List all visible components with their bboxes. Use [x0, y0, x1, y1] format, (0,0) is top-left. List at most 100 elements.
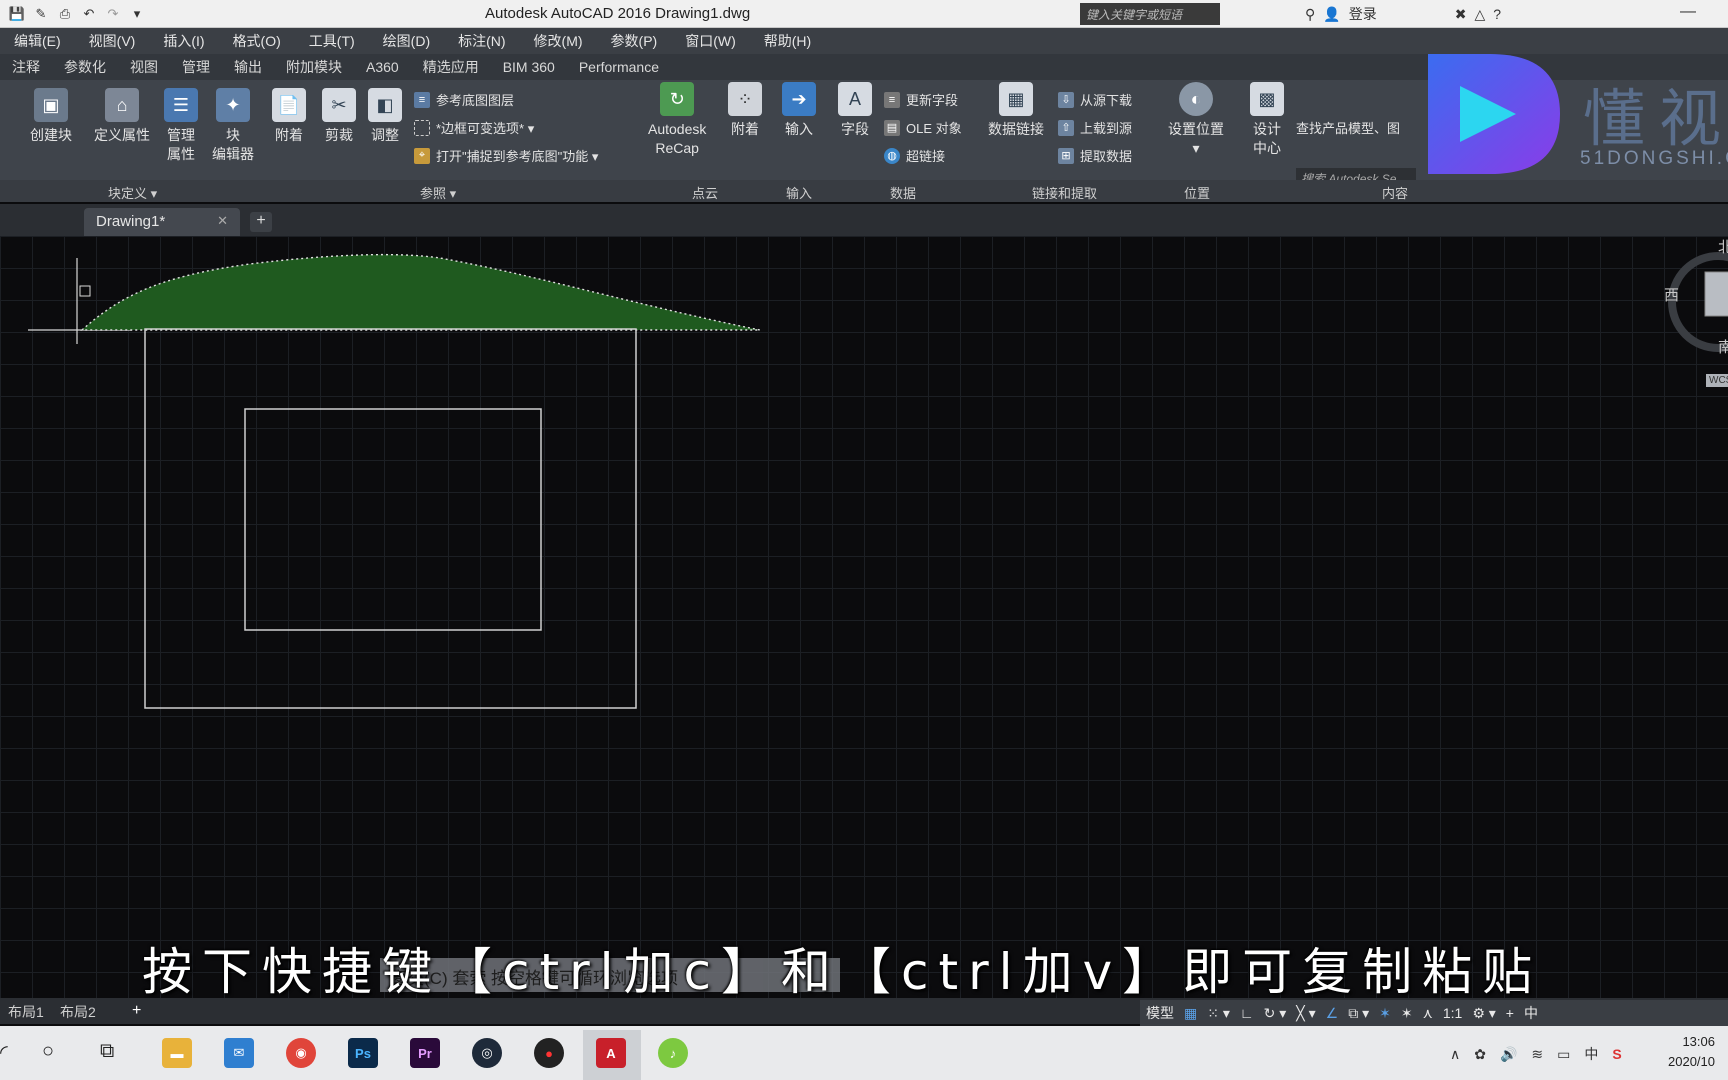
menu-item-2[interactable]: 插入(I) — [149, 31, 218, 51]
wifi-icon[interactable]: ≋ — [1531, 1046, 1543, 1063]
grid-icon[interactable]: ▦ — [1184, 1005, 1197, 1022]
ribbon-tab-6[interactable]: A360 — [354, 59, 411, 75]
scale-dropdown[interactable]: 1:1 — [1443, 1005, 1462, 1021]
data-link-button[interactable]: ▦ 数据链接 — [988, 82, 1044, 139]
close-tab-icon[interactable]: ✕ — [217, 213, 228, 229]
sogou-icon[interactable]: S — [1612, 1046, 1621, 1062]
osnap-icon[interactable]: ╳ ▾ — [1296, 1005, 1315, 1022]
binoculars-icon[interactable]: ⚲ — [1305, 6, 1315, 23]
menu-item-8[interactable]: 参数(P) — [597, 31, 672, 51]
ribbon-tab-9[interactable]: Performance — [567, 59, 671, 75]
hatch-region[interactable] — [80, 253, 761, 331]
record-icon[interactable]: ● — [534, 1038, 564, 1068]
ortho-icon[interactable]: ∟ — [1240, 1005, 1254, 1021]
print-icon[interactable]: ⎙ — [56, 5, 74, 23]
help-search-input[interactable]: 键入关键字或短语 — [1080, 3, 1220, 25]
outer-rectangle[interactable] — [144, 328, 637, 709]
extract-data-button[interactable]: ⊞ 提取数据 — [1058, 146, 1132, 165]
menu-item-6[interactable]: 标注(N) — [444, 31, 519, 51]
menu-item-5[interactable]: 绘图(D) — [369, 31, 444, 51]
exchange-icon[interactable]: ✖ — [1455, 6, 1467, 23]
frame-variable-dropdown[interactable]: *边框可变选项* ▾ — [414, 118, 534, 137]
ribbon-tab-2[interactable]: 视图 — [118, 57, 170, 77]
qa-dropdown-icon[interactable]: ▾ — [128, 5, 146, 23]
ribbon-tab-0[interactable]: 注释 — [0, 57, 52, 77]
wcs-badge[interactable]: WCS — [1706, 374, 1728, 387]
a360-icon[interactable]: △ — [1474, 6, 1485, 23]
add-layout-button[interactable]: + — [124, 1000, 149, 1022]
ole-object-button[interactable]: ▤ OLE 对象 — [884, 118, 962, 137]
ribbon-tab-4[interactable]: 输出 — [222, 57, 274, 77]
block-editor-button[interactable]: ✦ 块 编辑器 — [212, 88, 254, 164]
menu-item-10[interactable]: 帮助(H) — [750, 31, 825, 51]
clock[interactable]: 13:06 2020/10 — [1668, 1032, 1715, 1072]
inner-rectangle[interactable] — [244, 408, 542, 631]
mail-icon[interactable]: ✉ — [224, 1038, 254, 1068]
manage-attributes-button[interactable]: ☰ 管理 属性 — [164, 88, 198, 164]
autocad-icon[interactable]: A — [596, 1038, 626, 1068]
hyperlink-button[interactable]: ◍ 超链接 — [884, 146, 945, 165]
start-icon[interactable]: ◜ — [0, 1040, 8, 1065]
user-icon[interactable]: 👤 — [1323, 6, 1340, 23]
file-explorer-icon[interactable]: ▬ — [162, 1038, 192, 1068]
cinema4d-icon[interactable]: ◎ — [472, 1038, 502, 1068]
cortana-icon[interactable]: ○ — [42, 1040, 54, 1063]
snap-grid-icon[interactable]: ⁙ ▾ — [1207, 1005, 1230, 1022]
define-attribute-button[interactable]: ⌂ 定义属性 — [94, 88, 150, 145]
field-button[interactable]: A 字段 — [838, 82, 872, 139]
ribbon-tab-1[interactable]: 参数化 — [52, 57, 118, 77]
ribbon-tab-7[interactable]: 精选应用 — [411, 57, 491, 77]
menu-item-9[interactable]: 窗口(W) — [671, 31, 750, 51]
viewcube-west[interactable]: 西 — [1664, 284, 1679, 305]
photoshop-icon[interactable]: Ps — [348, 1038, 378, 1068]
drawing-canvas[interactable]: 西 北 南 WCS — [0, 236, 1728, 998]
upload-to-source-button[interactable]: ⇧ 上载到源 — [1058, 118, 1132, 137]
update-fields-button[interactable]: ≡ 更新字段 — [884, 90, 958, 109]
ime-indicator[interactable]: 中 — [1524, 1003, 1538, 1023]
task-view-icon[interactable]: ⧉ — [100, 1040, 114, 1063]
attach-reference-button[interactable]: 📄 附着 — [272, 88, 306, 145]
tray-ime[interactable]: 中 — [1584, 1044, 1598, 1064]
plus-icon[interactable]: + — [1506, 1005, 1514, 1021]
save-as-icon[interactable]: ✎ — [32, 5, 50, 23]
create-block-button[interactable]: ▣ 创建块 — [30, 88, 72, 145]
annotation-visibility-icon[interactable]: ✶ — [1379, 1005, 1391, 1022]
autodesk-recap-button[interactable]: ↻ Autodesk ReCap — [648, 82, 706, 158]
help-icon[interactable]: ? — [1493, 6, 1501, 22]
chrome-icon[interactable]: ◉ — [286, 1038, 316, 1068]
menu-item-4[interactable]: 工具(T) — [295, 31, 369, 51]
selection-cycling-icon[interactable]: ⧉ ▾ — [1348, 1005, 1369, 1022]
ribbon-tab-5[interactable]: 附加模块 — [274, 57, 354, 77]
design-center-button[interactable]: ▩ 设计 中心 — [1250, 82, 1284, 158]
volume-icon[interactable]: 🔊 — [1500, 1046, 1517, 1063]
viewcube-face[interactable] — [1704, 271, 1728, 317]
panel-label-reference[interactable]: 参照 ▾ — [420, 183, 456, 202]
save-icon[interactable]: 💾 — [8, 5, 26, 23]
annotation-scale-icon[interactable]: ⋏ — [1423, 1005, 1433, 1022]
layout-tab-1[interactable]: 布局1 — [0, 1000, 52, 1022]
menu-item-7[interactable]: 修改(M) — [520, 31, 597, 51]
ribbon-tab-3[interactable]: 管理 — [170, 57, 222, 77]
panel-label-block[interactable]: 块定义 ▾ — [108, 183, 157, 202]
menu-item-0[interactable]: 编辑(E) — [0, 31, 75, 51]
minimize-button[interactable]: — — [1680, 3, 1696, 21]
pointcloud-attach-button[interactable]: ⁘ 附着 — [728, 82, 762, 139]
viewcube-north[interactable]: 北 — [1718, 236, 1728, 257]
drawing-tab[interactable]: Drawing1* ✕ — [84, 208, 240, 236]
adjust-button[interactable]: ◧ 调整 — [368, 88, 402, 145]
clip-button[interactable]: ✂ 剪裁 — [322, 88, 356, 145]
premiere-icon[interactable]: Pr — [410, 1038, 440, 1068]
layout-tab-2[interactable]: 布局2 — [52, 1000, 104, 1022]
polar-icon[interactable]: ↻ ▾ — [1264, 1005, 1287, 1022]
tray-chevron-icon[interactable]: ∧ — [1450, 1046, 1460, 1063]
set-location-button[interactable]: ◐ 设置位置 ▾ — [1168, 82, 1224, 158]
download-from-source-button[interactable]: ⇩ 从源下载 — [1058, 90, 1132, 109]
redo-icon[interactable]: ↷ — [104, 5, 122, 23]
angle-icon[interactable]: ∠ — [1326, 1005, 1339, 1022]
model-space-button[interactable]: 模型 — [1146, 1003, 1174, 1023]
menu-item-3[interactable]: 格式(O) — [219, 31, 295, 51]
menu-item-1[interactable]: 视图(V) — [75, 31, 150, 51]
workspace-gear-icon[interactable]: ⚙ ▾ — [1472, 1005, 1495, 1022]
viewcube-south[interactable]: 南 — [1718, 336, 1728, 357]
new-tab-button[interactable]: + — [250, 212, 272, 232]
